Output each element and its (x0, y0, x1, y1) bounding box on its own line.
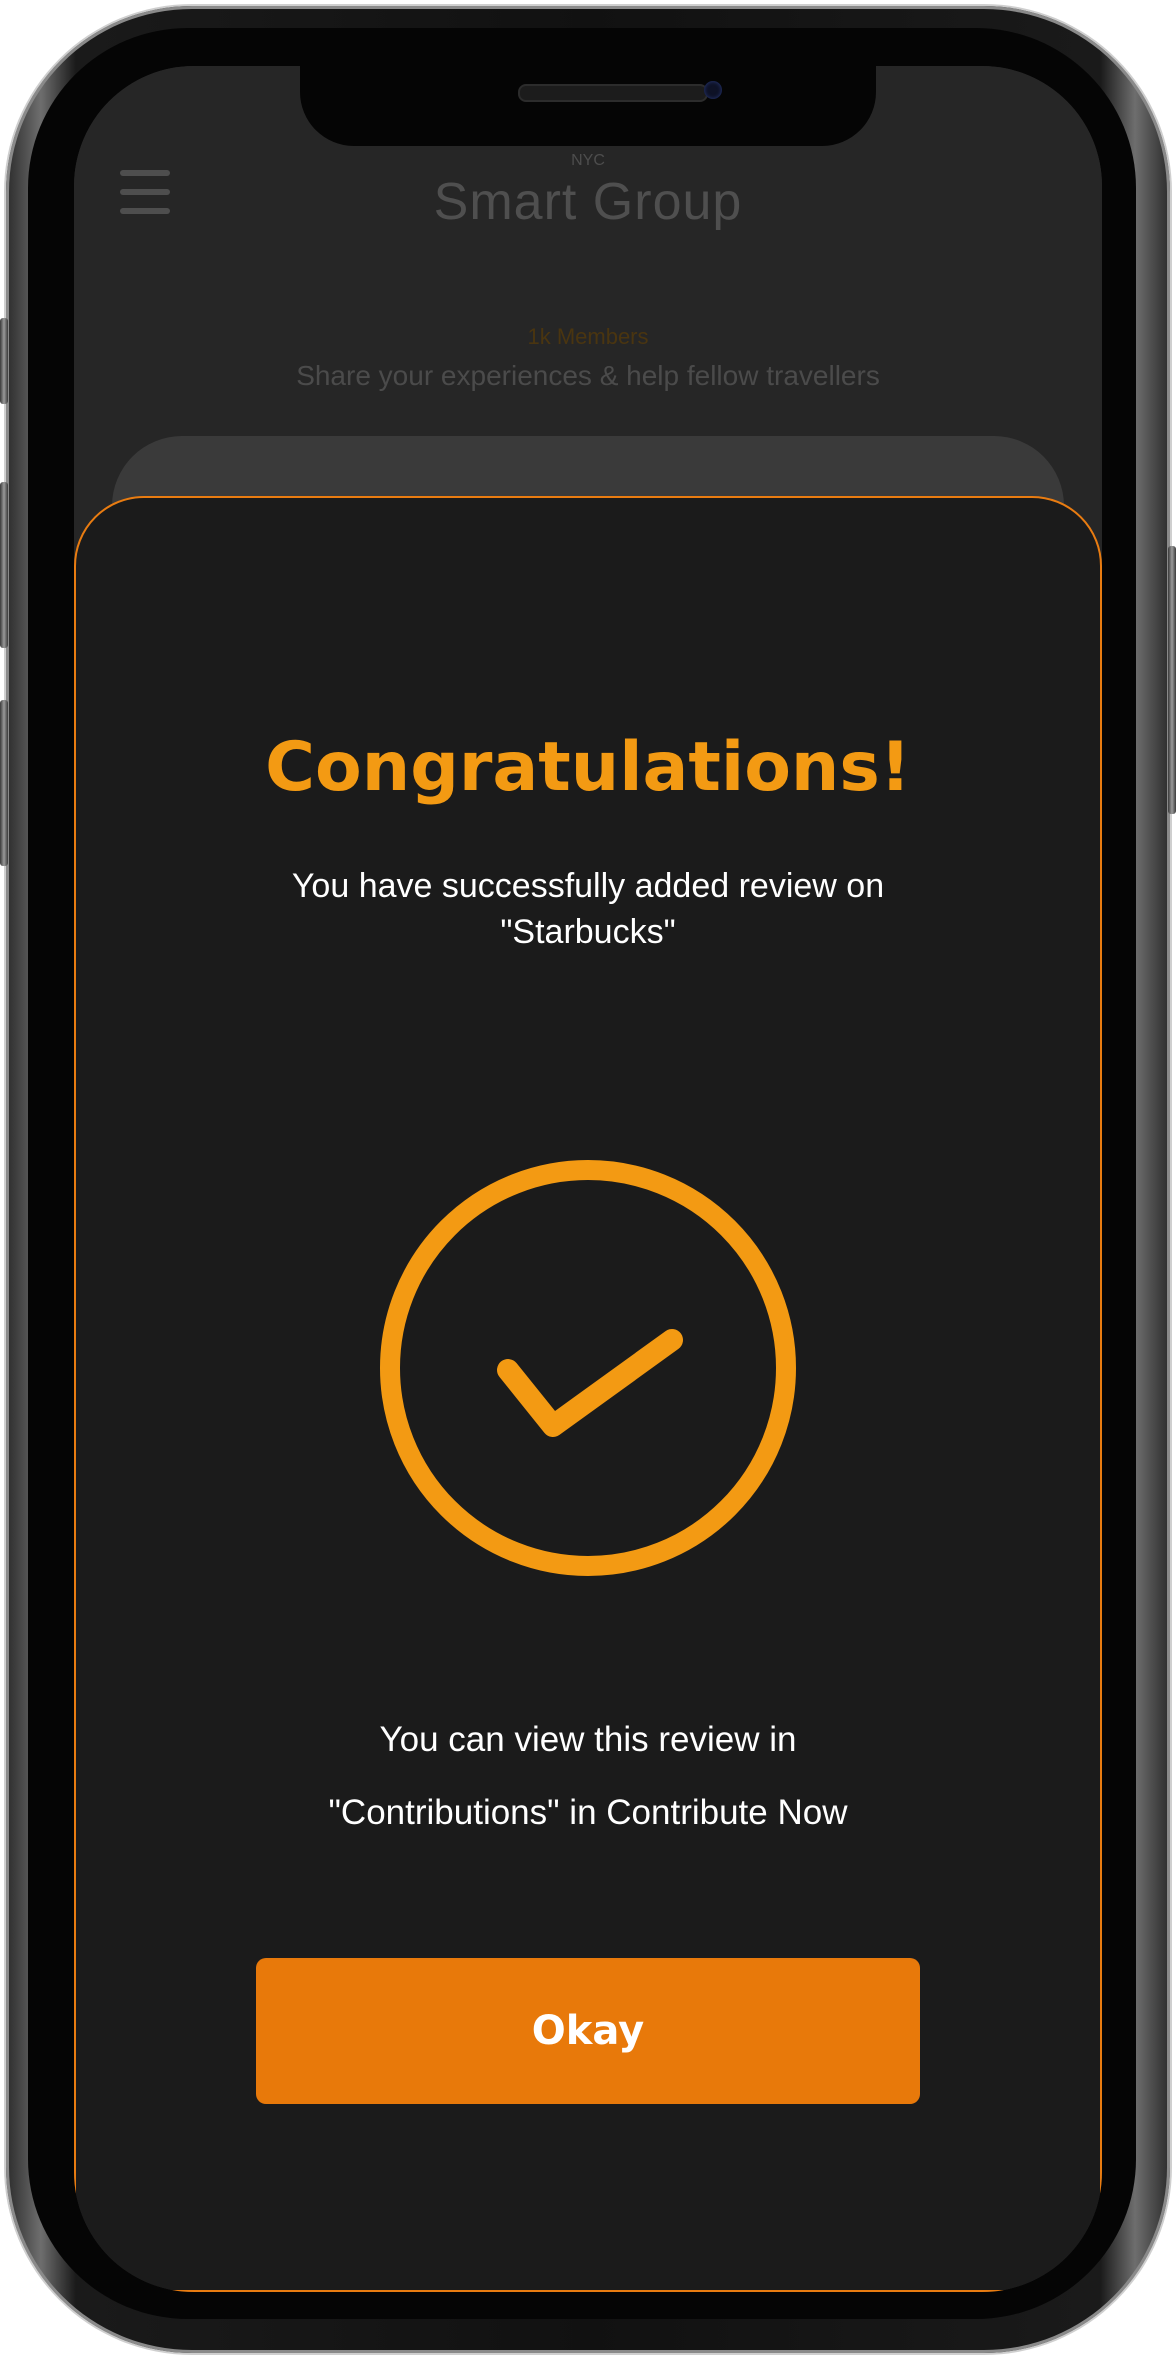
volume-up-button (0, 482, 8, 648)
modal-note-line-1: You can view this review in (379, 1720, 797, 1759)
page-title: Smart Group (433, 173, 743, 231)
phone-notch (300, 66, 876, 146)
speaker-grille (518, 84, 708, 102)
members-count: 1k Members (527, 324, 649, 349)
mute-switch (0, 318, 8, 404)
power-button (1168, 546, 1176, 814)
screenshot: NYC Smart Group 1k Members Share your ex… (0, 0, 1176, 2359)
modal-note: You can view this review in "Contributio… (176, 1703, 1000, 1849)
modal-note-line-2: "Contributions" in Contribute Now (328, 1793, 848, 1832)
group-tagline: Share your experiences & help fellow tra… (296, 360, 880, 391)
check-circle-icon (378, 1158, 798, 1578)
city-label: NYC (571, 152, 605, 169)
volume-down-button (0, 700, 8, 866)
okay-button[interactable]: Okay (256, 1958, 920, 2104)
modal-title: Congratulations! (265, 728, 911, 807)
app-screen: NYC Smart Group 1k Members Share your ex… (74, 66, 1102, 2292)
success-modal: Congratulations! You have successfully a… (74, 496, 1102, 2292)
modal-subtitle: You have successfully added review on "S… (291, 867, 885, 951)
front-camera (704, 81, 722, 99)
